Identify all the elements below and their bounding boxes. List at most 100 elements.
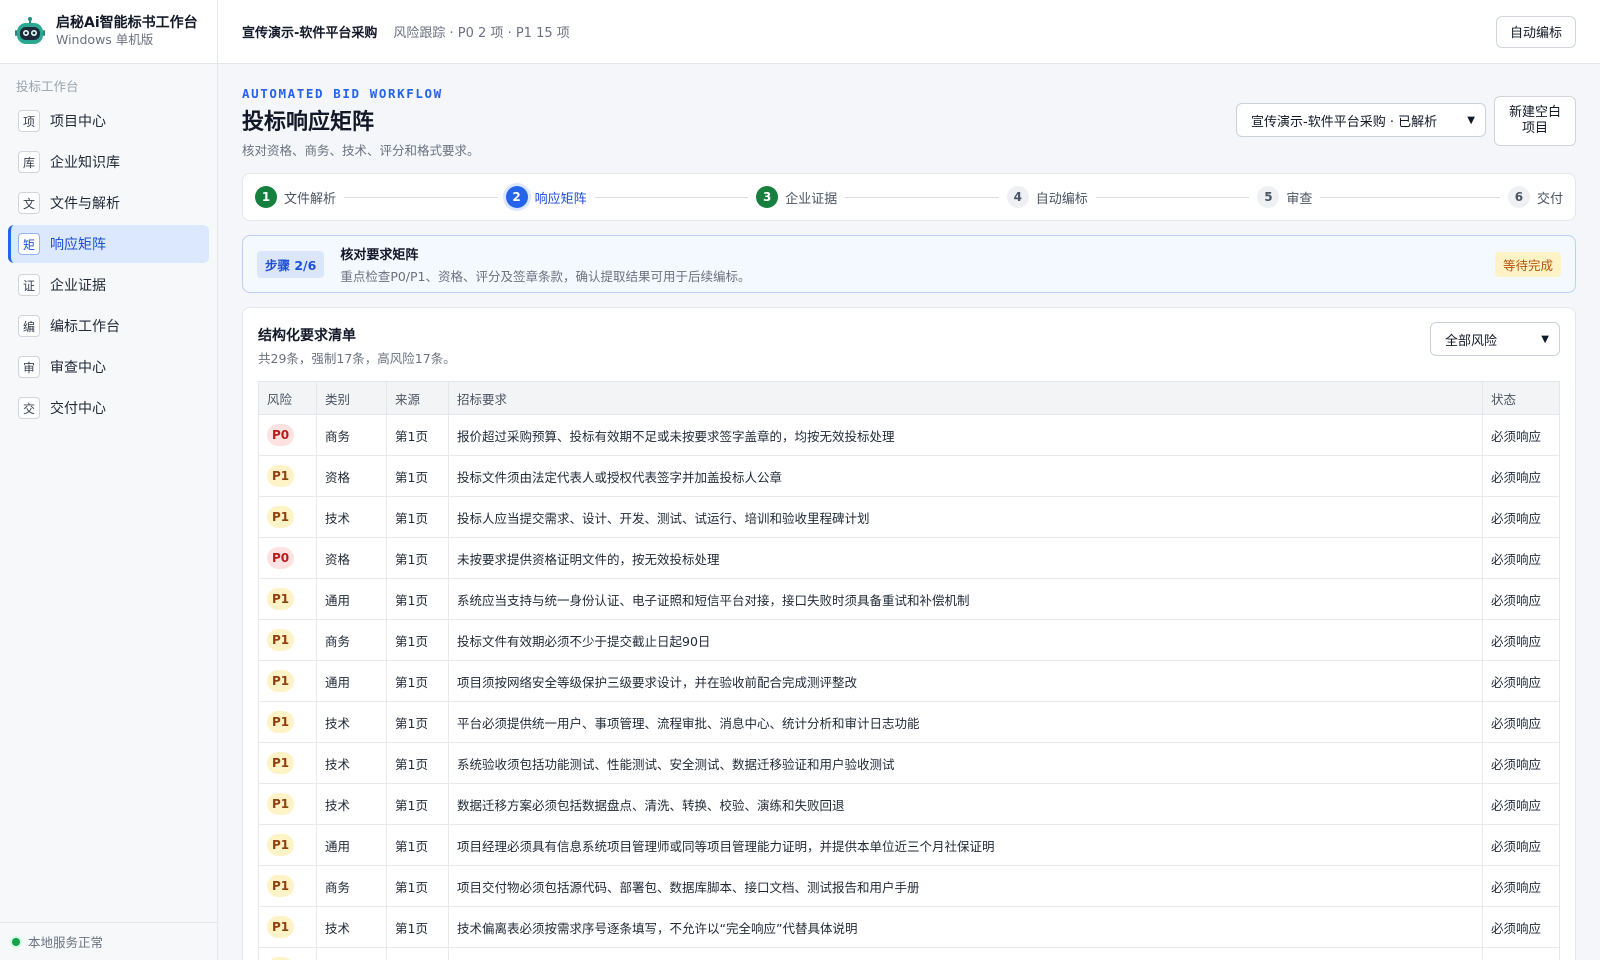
sidebar-item[interactable]: 编编标工作台 [8,307,209,345]
sidebar-item[interactable]: 交交付中心 [8,389,209,427]
column-header-category: 类别 [316,381,387,415]
project-select[interactable]: 宣传演示-软件平台采购 · 已解析 ▼ [1236,103,1486,137]
table-row[interactable]: P1 商务 第1页 投标文件有效期必须不少于提交截止日起90日 必须响应 [258,619,1560,661]
risk-cell: P1 [258,701,317,743]
sidebar-item-label: 企业知识库 [50,155,120,171]
risk-cell: P1 [258,496,317,538]
status-cell: 必须响应 [1482,865,1560,907]
source-cell: 第1页 [386,701,449,743]
sidebar-item[interactable]: 库企业知识库 [8,143,209,181]
risk-cell: P1 [258,578,317,620]
step-label: 文件解析 [284,191,337,207]
category-cell: 技术 [316,783,387,825]
sidebar-item[interactable]: 项项目中心 [8,102,209,140]
auto-bid-button[interactable]: 自动编标 [1495,15,1576,48]
risk-badge: P1 [267,916,295,938]
step-number: 1 [255,186,277,208]
step-number: 4 [1006,186,1029,208]
sidebar-item-label: 文件与解析 [50,196,120,212]
risk-cell: P1 [258,783,317,825]
status-cell: 必须响应 [1482,947,1560,960]
source-cell: 第1页 [386,906,449,948]
app-title: 启秘Ai智能标书工作台 [56,15,198,32]
robot-logo-icon [15,16,45,44]
nav-section-label: 投标工作台 [16,79,79,94]
table-row[interactable]: P0 资格 第1页 未按要求提供资格证明文件的，按无效投标处理 必须响应 [258,537,1560,579]
source-cell: 第1页 [386,824,449,866]
workflow-step[interactable]: 2 响应矩阵 [505,186,757,208]
sidebar-item-icon: 编 [18,315,40,337]
risk-filter-select[interactable]: 全部风险 ▼ [1430,322,1560,356]
risk-cell: P1 [258,455,317,497]
sidebar-item-icon: 矩 [18,233,40,255]
requirement-cell: 技术偏离表必须按需求序号逐条填写，不允许以“完全响应”代替具体说明 [448,906,1483,948]
table-row[interactable]: P1 技术 第1页 数据迁移方案必须包括数据盘点、清洗、转换、校验、演练和失败回退 必须… [258,783,1560,825]
status-cell: 必须响应 [1482,578,1560,620]
source-cell: 第1页 [386,660,449,702]
step-label: 交付 [1536,191,1563,207]
status-cell: 必须响应 [1482,619,1560,661]
risk-badge: P1 [267,875,295,897]
workflow-step[interactable]: 4 自动编标 [1006,186,1258,208]
status-cell: 必须响应 [1482,455,1560,497]
risk-badge: P1 [267,834,295,856]
source-cell: 第1页 [386,414,449,456]
category-cell: 商务 [316,619,387,661]
risk-cell: P1 [258,824,317,866]
workflow-step[interactable]: 6 交付 [1507,186,1563,208]
app-window: 启秘Ai智能标书工作台 Windows 单机版 投标工作台 项项目中心库企业知识… [0,0,1600,960]
table-row[interactable]: P1 通用 第1页 系统应当支持与统一身份认证、电子证照和短信平台对接，接口失败时须具… [258,578,1560,620]
status-badge: 等待完成 [1494,251,1561,277]
table-row[interactable]: P1 技术 第1页 技术偏离表必须按需求序号逐条填写，不允许以“完全响应”代替具体说明… [258,906,1560,948]
table-header-row: 风险 类别 来源 招标要求 状态 [258,381,1560,415]
table-row[interactable]: P1 商务 第1页 项目交付物必须包括源代码、部署包、数据库脚本、接口文档、测试报告和… [258,865,1560,907]
list-summary: 共29条，强制17条，高风险17条。 [258,351,456,366]
category-cell: 技术 [316,742,387,784]
risk-badge: P1 [267,793,295,815]
status-cell: 必须响应 [1482,660,1560,702]
service-status: 本地服务正常 [0,922,217,960]
table-row[interactable]: P1 技术 第1页 系统验收须包括功能测试、性能测试、安全测试、数据迁移验证和用户验收… [258,742,1560,784]
page-description: 核对资格、商务、技术、评分和格式要求。 [242,143,480,158]
chevron-down-icon: ▼ [1541,333,1549,345]
column-header-requirement: 招标要求 [448,381,1483,415]
sidebar-nav: 项项目中心库企业知识库文文件与解析矩响应矩阵证企业证据编编标工作台审审查中心交交… [0,101,217,430]
service-status-text: 本地服务正常 [28,935,104,950]
status-cell: 必须响应 [1482,906,1560,948]
project-select-value: 宣传演示-软件平台采购 · 已解析 [1251,114,1438,130]
sidebar-item[interactable]: 审审查中心 [8,348,209,386]
table-row[interactable]: P1资格第1页投标人须提供至少一项2023年以来类似软件平台项目业绩，并附合同关… [258,947,1560,960]
workflow-step[interactable]: 3 企业证据 [756,186,1007,208]
table-row[interactable]: P1 通用 第1页 项目经理必须具有信息系统项目管理师或同等项目管理能力证明，并提供本… [258,824,1560,866]
step-number: 3 [756,186,779,208]
workflow-step[interactable]: 1 文件解析 [255,186,506,208]
step-connector [1320,196,1500,198]
workflow-stepper: 1 文件解析 2 响应矩阵 3 企业证据 4 自动编标 5 审查 6 交付 [242,173,1576,221]
table-row[interactable]: P0 商务 第1页 报价超过采购预算、投标有效期不足或未按要求签字盖章的，均按无效投标… [258,414,1560,456]
sidebar-item[interactable]: 矩响应矩阵 [8,225,209,263]
sidebar-item[interactable]: 文文件与解析 [8,184,209,222]
risk-cell: P1 [258,619,317,661]
new-blank-project-button[interactable]: 新建空白 项目 [1494,96,1576,146]
step-tag: 步骤 2/6 [257,250,325,278]
requirement-cell: 项目经理必须具有信息系统项目管理师或同等项目管理能力证明，并提供本单位近三个月社… [448,824,1483,866]
new-project-label-line2: 项目 [1521,121,1548,136]
step-connector [845,196,999,198]
risk-cell: P1 [258,865,317,907]
table-row[interactable]: P1 资格 第1页 投标文件须由法定代表人或授权代表签字并加盖投标人公章 必须响应 [258,455,1560,497]
page-title: 投标响应矩阵 [242,110,375,135]
status-cell: 必须响应 [1482,496,1560,538]
sidebar-item[interactable]: 证企业证据 [8,266,209,304]
table-row[interactable]: P1 技术 第1页 平台必须提供统一用户、事项管理、流程审批、消息中心、统计分析和审计… [258,701,1560,743]
source-cell: 第1页 [386,496,449,538]
step-number: 6 [1507,186,1530,208]
category-cell: 商务 [316,414,387,456]
workflow-step[interactable]: 5 审查 [1257,186,1508,208]
table-row[interactable]: P1 技术 第1页 投标人应当提交需求、设计、开发、测试、试运行、培训和验收里程碑计划… [258,496,1560,538]
table-row[interactable]: P1 通用 第1页 项目须按网络安全等级保护三级要求设计，并在验收前配合完成测评整改必… [258,660,1560,702]
category-cell: 资格 [316,455,387,497]
risk-cell: P1 [258,947,317,960]
page-eyebrow: AUTOMATED BID WORKFLOW [242,86,443,101]
current-step-card: 步骤 2/6 核对要求矩阵 重点检查P0/P1、资格、评分及签章条款，确认提取结… [242,235,1576,293]
sidebar-item-icon: 项 [18,110,40,132]
